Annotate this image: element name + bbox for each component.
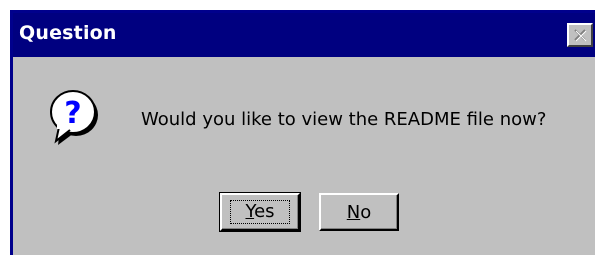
no-button[interactable]: No (319, 193, 399, 231)
close-button[interactable] (567, 23, 593, 47)
yes-button[interactable]: Yes (219, 192, 301, 232)
yes-button-label: Yes (230, 200, 290, 224)
dialog-message: Would you like to view the README file n… (141, 109, 547, 130)
question-icon: ? (50, 90, 98, 145)
dialog-title: Question (19, 22, 117, 44)
svg-text:?: ? (64, 96, 81, 131)
close-icon (574, 29, 587, 42)
title-bar[interactable]: Question (13, 13, 595, 57)
question-dialog: Question ? Would you like to view the RE… (10, 10, 595, 255)
no-button-label: No (346, 201, 372, 223)
